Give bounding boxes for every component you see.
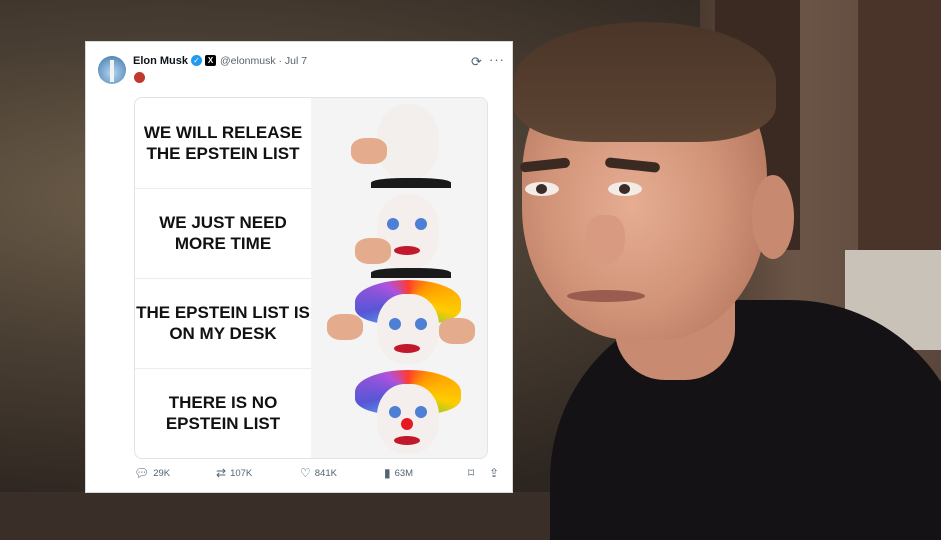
like-count: 841K [314,467,337,479]
meme-panel: WE WILL RELEASE THE EPSTEIN LIST [135,98,487,190]
heart-icon: ♡ [300,466,311,480]
repost-button[interactable]: ⇄ 107K [216,466,252,480]
verified-badge-icon: ✓ [191,55,202,66]
face-white [377,294,439,364]
meme-panel-text: WE JUST NEED MORE TIME [159,213,287,253]
views-count: 63M [394,467,414,479]
affiliation-icon [134,72,145,83]
like-button[interactable]: ♡ 841K [300,466,337,480]
clown-makeup-photo-2 [311,188,487,280]
lips-paint [394,246,420,255]
tweet-actions: 💬︎ 29K ⇄ 107K ♡ 841K ▮ 63M ⌑ ⇪ [86,466,512,486]
meme-panel-text: WE WILL RELEASE THE EPSTEIN LIST [143,123,303,163]
share-button[interactable]: ⇪ [489,466,499,480]
meme-panel: THERE IS NO EPSTEIN LIST [135,368,487,458]
eye-paint [415,318,427,330]
eye-paint [415,218,427,230]
eye-paint [415,406,427,418]
more-icon[interactable]: ··· [489,52,505,67]
person-nose [585,215,625,265]
person-hair [514,22,776,142]
meme-panel: WE JUST NEED MORE TIME [135,188,487,280]
clown-makeup-photo-3 [311,278,487,368]
tweet-card[interactable]: Elon Musk ✓ X @elonmusk · Jul 7 ⟳ ··· WE… [86,42,512,492]
meme-image[interactable]: WE WILL RELEASE THE EPSTEIN LIST WE JUST… [134,97,488,459]
grok-icon[interactable]: ⟳ [471,54,482,70]
share-icon: ⇪ [489,466,500,480]
lips-paint [394,344,420,353]
meme-panel-text: THERE IS NO EPSTEIN LIST [165,393,281,433]
person-mouth [567,290,645,302]
views-button[interactable]: ▮ 63M [384,466,413,480]
person-eye-left [525,182,559,196]
eye-paint [389,406,401,418]
reply-count: 29K [153,467,171,479]
bookmark-icon: ⌑ [468,466,475,480]
repost-count: 107K [230,467,253,479]
person-ear [752,175,794,259]
meme-panel: THE EPSTEIN LIST IS ON MY DESK [135,278,487,369]
lips-paint [394,436,420,445]
eye-paint [387,218,399,230]
eye-paint [389,318,401,330]
reply-button[interactable]: 💬︎ 29K [134,466,170,480]
clown-makeup-photo-1 [311,98,487,190]
bookmark-button[interactable]: ⌑ [468,466,474,480]
meme-panel-text: THE EPSTEIN LIST IS ON MY DESK [136,303,310,343]
hand [355,238,391,264]
author-handle-date[interactable]: @elonmusk · Jul 7 [220,55,307,67]
reply-icon: 💬︎ [134,466,150,480]
face-white [377,104,439,180]
clown-makeup-photo-4 [311,368,487,458]
repost-icon: ⇄ [216,466,227,480]
background-door-right [858,0,941,250]
author-name[interactable]: Elon Musk [133,55,188,67]
avatar[interactable] [98,56,126,84]
views-chart-icon: ▮ [384,466,391,480]
person-eye-right [608,182,642,196]
hand [439,318,475,344]
x-logo-icon: X [205,55,216,66]
hand [351,138,387,164]
hand [327,314,363,340]
red-nose [401,418,413,430]
